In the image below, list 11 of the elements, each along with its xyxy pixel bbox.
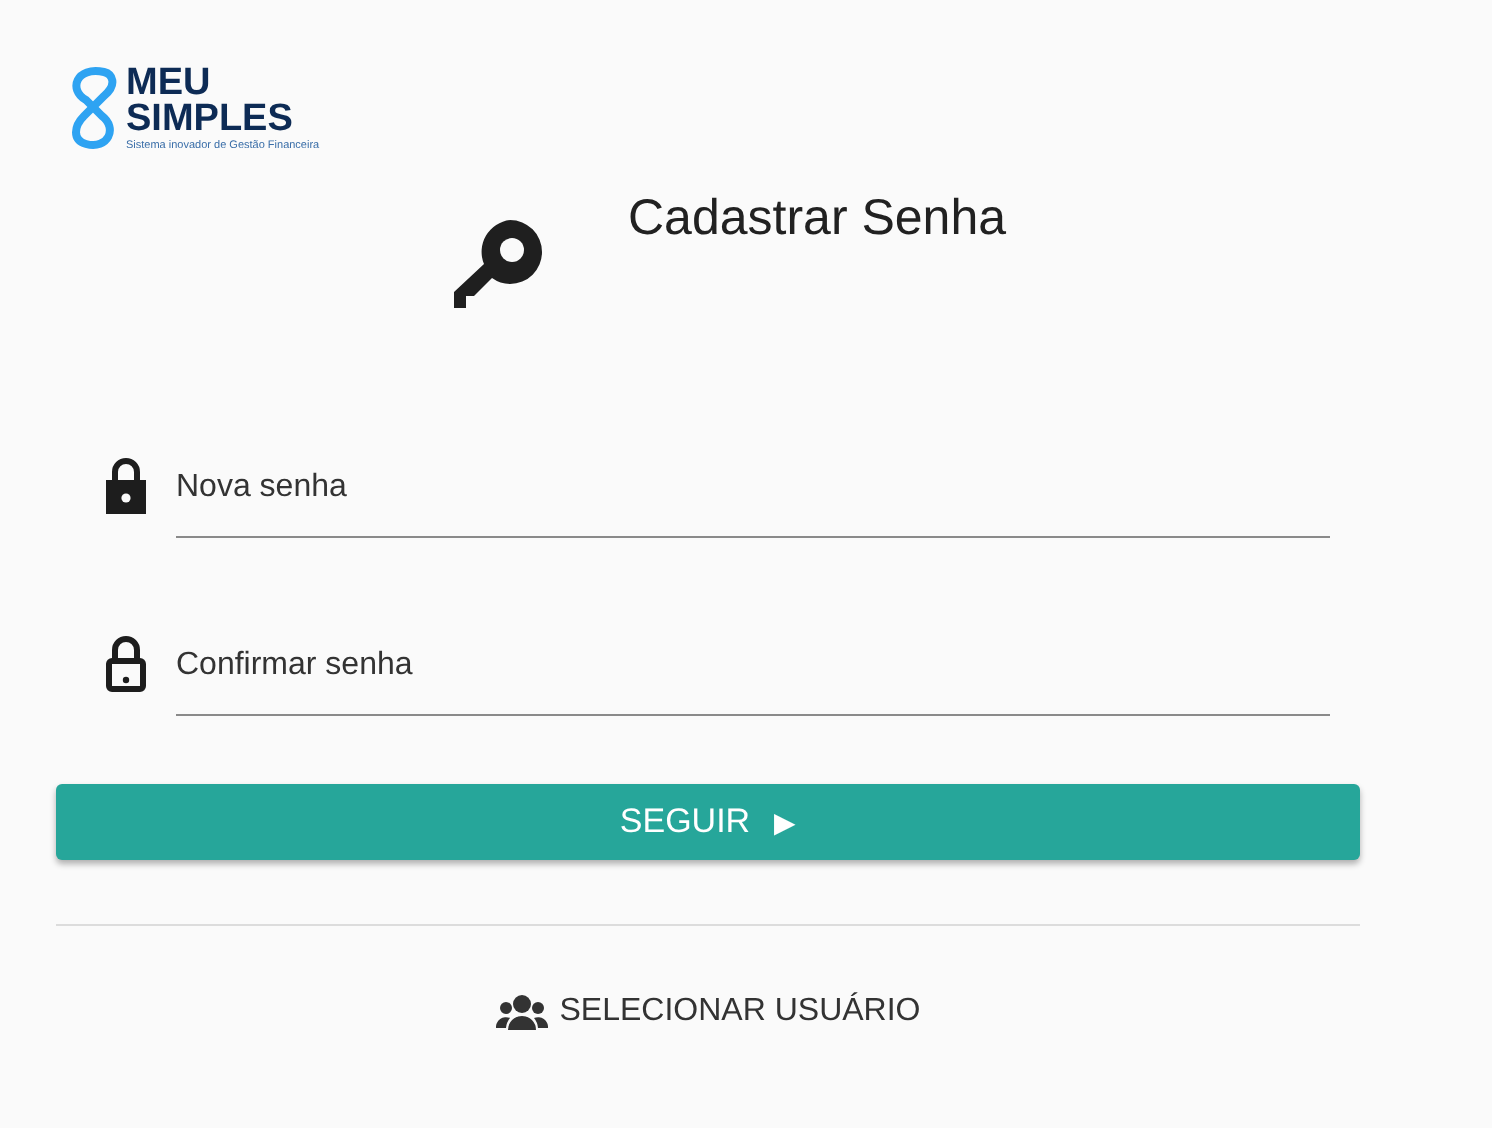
logo-text: SIMPLES bbox=[126, 102, 295, 138]
logo-icon bbox=[68, 66, 120, 150]
lock-icon bbox=[102, 634, 150, 694]
password-field[interactable]: Nova senha bbox=[176, 440, 1330, 538]
select-user-link[interactable]: SELECIONAR USUÁRIO bbox=[495, 994, 921, 1030]
lock-icon bbox=[102, 456, 150, 516]
key-icon bbox=[450, 216, 546, 312]
page-title: Cadastrar Senha bbox=[628, 188, 1007, 250]
logo-text: MEU bbox=[126, 66, 211, 102]
users-icon bbox=[495, 994, 548, 1030]
password-field[interactable]: Confirmar senha bbox=[176, 618, 1330, 716]
